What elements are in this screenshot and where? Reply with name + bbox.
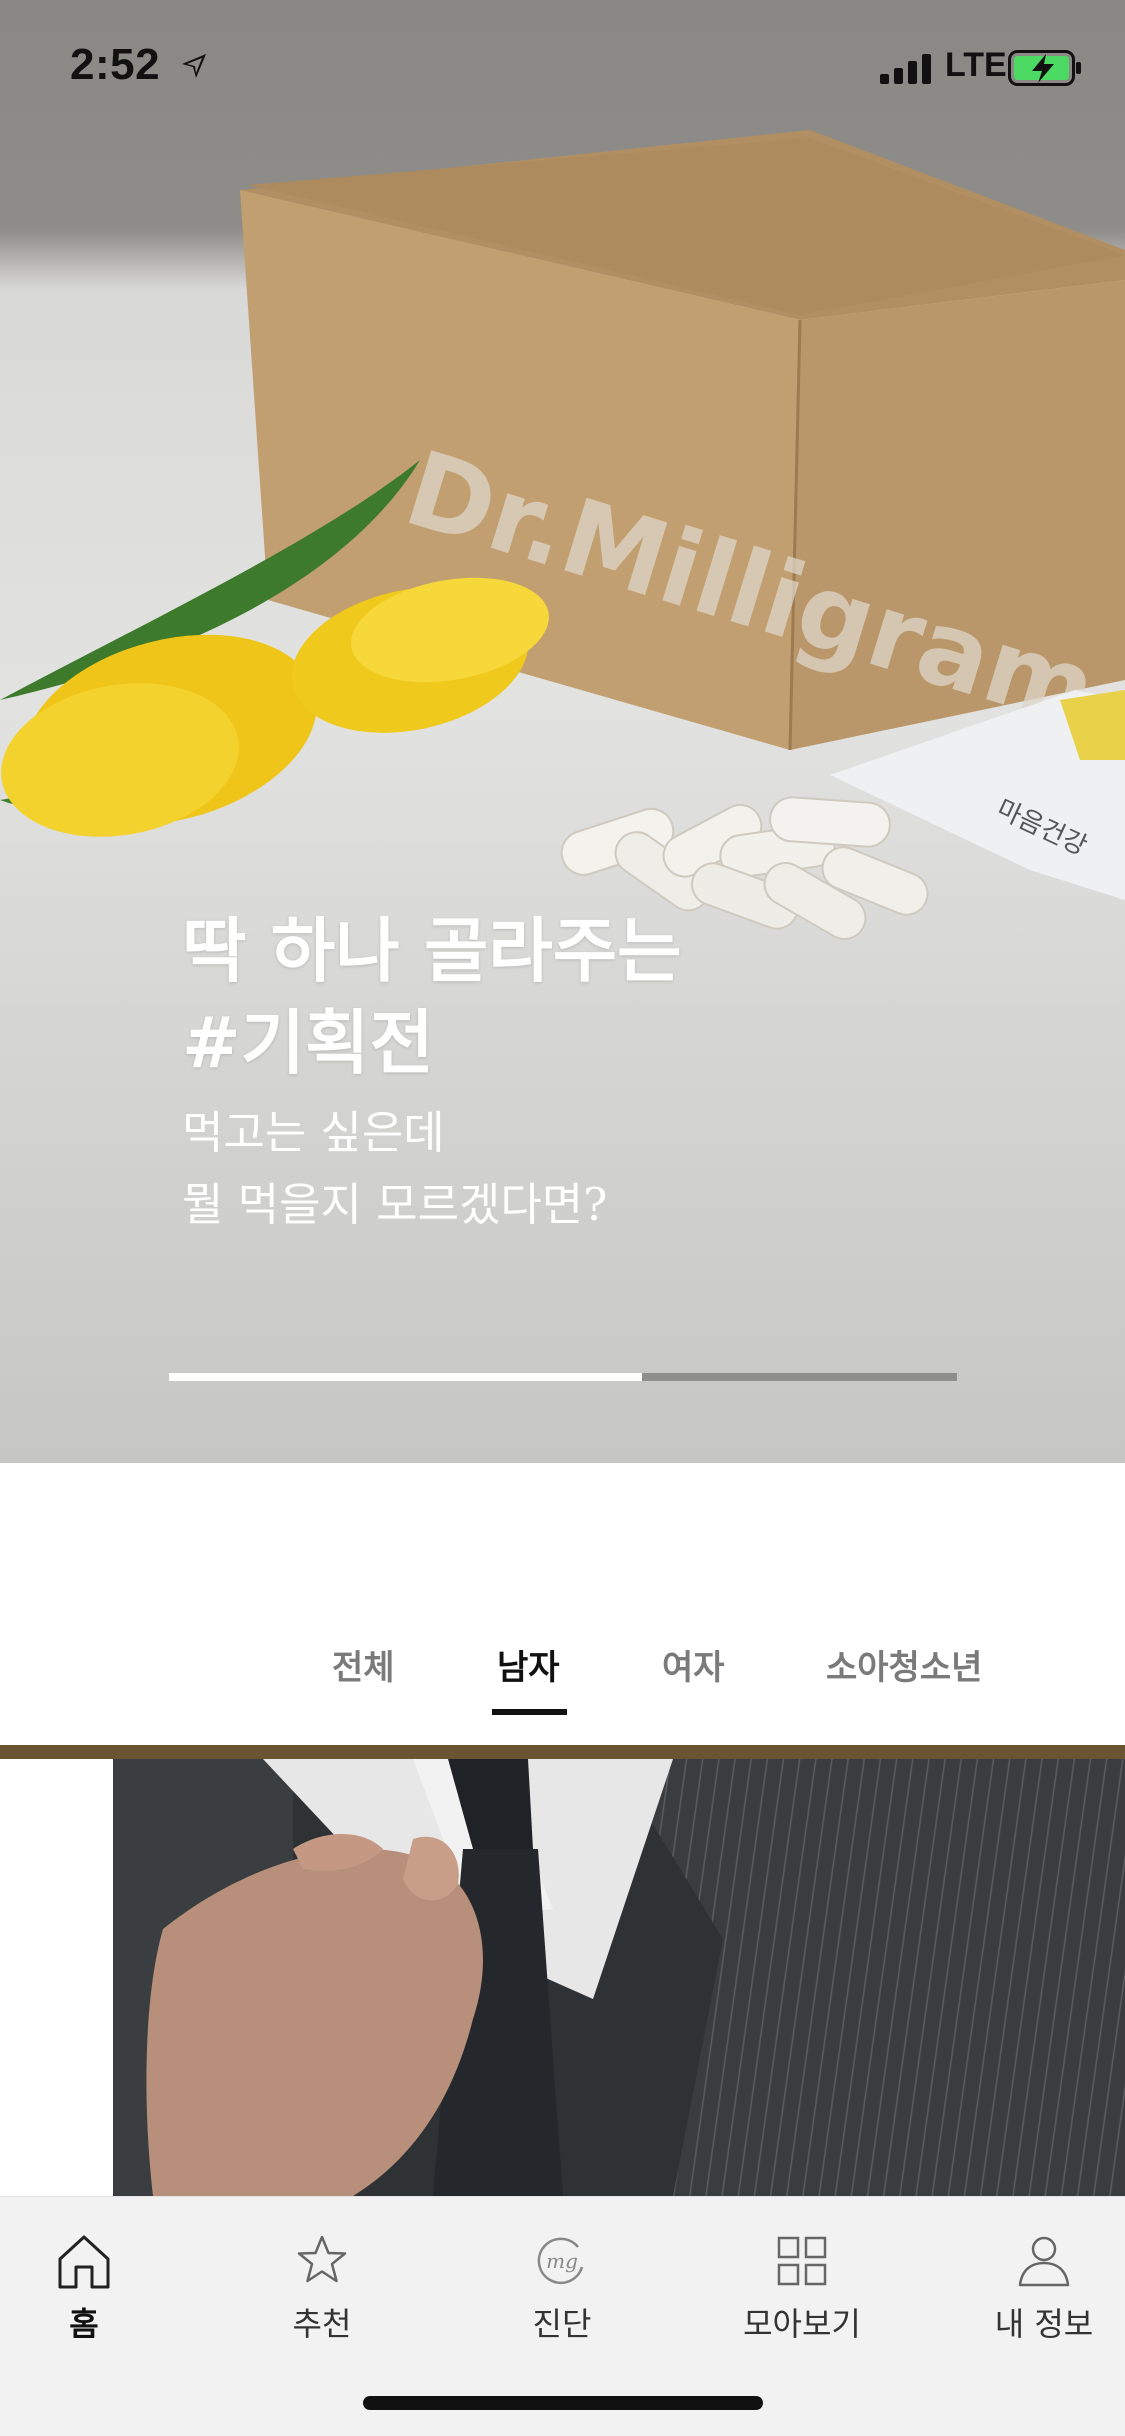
battery-charging-icon (1008, 50, 1081, 86)
status-time: 2:52 (70, 40, 161, 89)
hero-banner[interactable]: Dr.Milligram 마음건강 2:52 LTE 딱 하나 골라주는 #기획… (0, 0, 1125, 1463)
tab-women[interactable]: 여자 (662, 1640, 725, 1689)
location-arrow-icon (182, 54, 206, 78)
hero-title-line2: #기획전 (182, 1002, 434, 1084)
star-icon (297, 2235, 347, 2283)
active-tab-indicator (492, 1709, 567, 1715)
category-tabs: 전체 남자 여자 소아청소년 (0, 1620, 1125, 1720)
mg-logo-icon: mg (537, 2237, 584, 2285)
home-indicator (363, 2396, 763, 2410)
nav-recommend[interactable]: 추천 (222, 2231, 422, 2345)
nav-my-info-label: 내 정보 (994, 2305, 1094, 2343)
nav-diagnosis[interactable]: mg 진단 (462, 2231, 662, 2345)
tab-all[interactable]: 전체 (332, 1640, 395, 1689)
network-type: LTE (945, 46, 1007, 84)
nav-diagnosis-label: 진단 (532, 2305, 592, 2343)
home-icon (58, 2235, 110, 2289)
status-bar: 2:52 LTE (0, 0, 1125, 135)
nav-home[interactable]: 홈 (0, 2231, 184, 2345)
nav-collection[interactable]: 모아보기 (702, 2231, 902, 2345)
hero-product-photo: Dr.Milligram 마음건강 (0, 130, 1125, 940)
carousel-progress-bar (169, 1373, 957, 1381)
carousel-progress-fill (169, 1373, 642, 1381)
hero-title: 딱 하나 골라주는 #기획전 (182, 905, 982, 1089)
suit-tie-image (113, 1759, 1125, 2196)
nav-recommend-label: 추천 (292, 2305, 352, 2343)
nav-collection-label: 모아보기 (743, 2305, 861, 2343)
hero-subtitle-line1: 먹고는 싶은데 (182, 1106, 445, 1159)
section-divider (0, 1745, 1125, 1759)
svg-text:mg: mg (546, 2249, 578, 2273)
hero-title-line1: 딱 하나 골라주는 (182, 910, 682, 992)
hero-subtitle: 먹고는 싶은데 뭘 먹을지 모르겠다면? (182, 1097, 982, 1241)
men-category-photo[interactable] (113, 1759, 1125, 2196)
hero-copy: 딱 하나 골라주는 #기획전 먹고는 싶은데 뭘 먹을지 모르겠다면? (182, 905, 982, 1241)
cellular-signal-icon (880, 54, 931, 84)
grid-icon (777, 2236, 827, 2286)
nav-home-label: 홈 (69, 2305, 99, 2343)
nav-my-info[interactable]: 내 정보 (944, 2231, 1125, 2345)
tab-kids-teens[interactable]: 소아청소년 (826, 1640, 982, 1689)
hero-subtitle-line2: 뭘 먹을지 모르겠다면? (182, 1178, 608, 1231)
tab-men[interactable]: 남자 (497, 1640, 560, 1689)
person-icon (1018, 2236, 1070, 2287)
